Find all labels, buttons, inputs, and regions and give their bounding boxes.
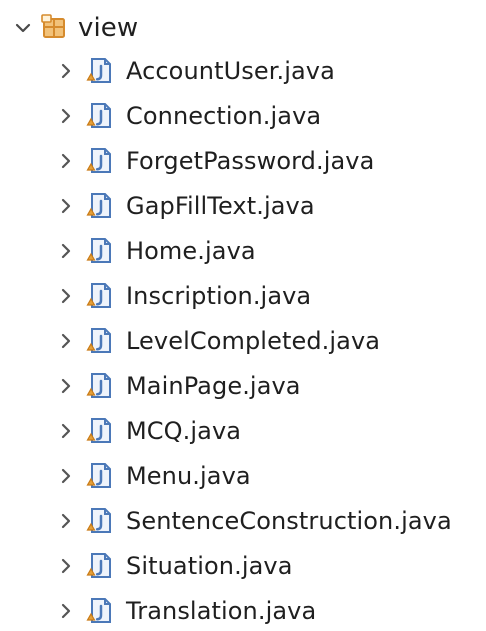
file-label: Menu.java [126,462,251,490]
file-label: Inscription.java [126,282,312,310]
chevron-right-icon[interactable] [57,287,75,305]
chevron-right-icon[interactable] [57,152,75,170]
chevron-right-icon[interactable] [57,422,75,440]
chevron-right-icon[interactable] [57,107,75,125]
java-file-icon [86,236,114,266]
tree-row-file[interactable]: LevelCompleted.java [57,321,380,361]
file-label: ForgetPassword.java [126,147,375,175]
file-label: AccountUser.java [126,57,335,85]
file-label: Situation.java [126,552,293,580]
file-label: MCQ.java [126,417,242,445]
java-file-icon [86,146,114,176]
chevron-right-icon[interactable] [57,602,75,620]
file-label: LevelCompleted.java [126,327,381,355]
file-label: GapFillText.java [126,192,315,220]
tree-row-file[interactable]: Home.java [57,231,256,271]
tree-row-file[interactable]: MainPage.java [57,366,301,406]
tree-row-file[interactable]: Translation.java [57,591,316,631]
java-file-icon [86,551,114,581]
java-file-icon [86,416,114,446]
tree-row-file[interactable]: Menu.java [57,456,251,496]
tree-row-file[interactable]: AccountUser.java [57,51,335,91]
chevron-right-icon[interactable] [57,242,75,260]
tree-row-file[interactable]: MCQ.java [57,411,241,451]
java-file-icon [86,596,114,626]
java-file-icon [86,101,114,131]
file-label: MainPage.java [126,372,301,400]
file-label: Translation.java [126,597,317,625]
tree-row-file[interactable]: SentenceConstruction.java [57,501,452,541]
chevron-down-icon[interactable] [14,19,32,37]
java-file-icon [86,371,114,401]
java-file-icon [86,56,114,86]
chevron-right-icon[interactable] [57,332,75,350]
java-file-icon [86,326,114,356]
tree-row-file[interactable]: Connection.java [57,96,321,136]
chevron-right-icon[interactable] [57,557,75,575]
chevron-right-icon[interactable] [57,62,75,80]
tree-row-file[interactable]: Situation.java [57,546,293,586]
tree-row-file[interactable]: ForgetPassword.java [57,141,374,181]
tree-root-label: view [78,13,139,43]
chevron-right-icon[interactable] [57,467,75,485]
file-label: Connection.java [126,102,322,130]
tree-row-root[interactable]: view [14,8,138,48]
file-label: SentenceConstruction.java [126,507,452,535]
tree-row-file[interactable]: Inscription.java [57,276,311,316]
package-icon [40,13,68,43]
chevron-right-icon[interactable] [57,512,75,530]
java-file-icon [86,461,114,491]
java-file-icon [86,191,114,221]
tree-row-file[interactable]: GapFillText.java [57,186,315,226]
chevron-right-icon[interactable] [57,197,75,215]
file-label: Home.java [126,237,256,265]
java-file-icon [86,281,114,311]
project-explorer-tree: view AccountUser.java Connection.java Fo… [0,0,486,625]
chevron-right-icon[interactable] [57,377,75,395]
java-file-icon [86,506,114,536]
